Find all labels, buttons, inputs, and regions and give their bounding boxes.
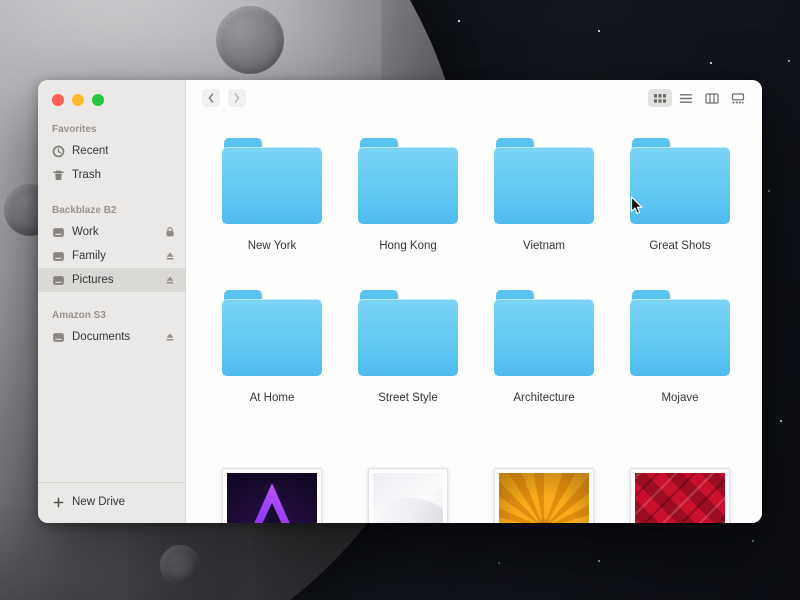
thumbnail-image	[499, 473, 589, 523]
sidebar-item-family[interactable]: Family	[38, 244, 185, 268]
lock-icon	[164, 226, 175, 238]
gallery-view-icon	[731, 93, 745, 104]
sidebar-item-label: Recent	[72, 145, 108, 157]
chevron-right-icon	[233, 92, 241, 104]
chevron-left-icon	[207, 92, 215, 104]
view-mode-control	[648, 89, 750, 107]
plus-icon	[52, 496, 65, 509]
folder-label: Vietnam	[476, 240, 612, 252]
sidebar-item-work[interactable]: Work	[38, 220, 185, 244]
folder-icon	[630, 290, 730, 376]
image-orange-flower[interactable]	[494, 468, 594, 523]
folder-vietnam[interactable]: Vietnam	[476, 138, 612, 252]
sidebar-section-backblaze: Backblaze B2	[38, 205, 185, 216]
folder-icon	[358, 290, 458, 376]
folder-mojave[interactable]: Mojave	[612, 290, 748, 404]
folder-icon	[222, 138, 322, 224]
trash-icon	[52, 169, 65, 182]
folder-great-shots[interactable]: Great Shots	[612, 138, 748, 252]
image-purple-neon-triangle[interactable]	[222, 468, 322, 523]
close-button[interactable]	[52, 94, 64, 106]
sidebar-item-label: Trash	[72, 169, 101, 181]
moon-crater	[160, 545, 200, 585]
view-columns-button[interactable]	[700, 89, 724, 107]
folder-label: Street Style	[340, 392, 476, 404]
image-white-abstract[interactable]	[368, 468, 448, 523]
sidebar-item-label: Work	[72, 226, 99, 238]
drive-icon	[52, 250, 65, 263]
drive-icon	[52, 226, 65, 239]
sidebar-item-documents[interactable]: Documents	[38, 325, 185, 349]
list-view-icon	[679, 93, 693, 104]
sidebar-section-amazon: Amazon S3	[38, 310, 185, 321]
new-drive-label: New Drive	[72, 496, 125, 508]
drive-icon	[52, 331, 65, 344]
folder-at-home[interactable]: At Home	[204, 290, 340, 404]
folder-icon	[222, 290, 322, 376]
view-grid-button[interactable]	[648, 89, 672, 107]
view-list-button[interactable]	[674, 89, 698, 107]
eject-icon[interactable]	[164, 250, 175, 262]
folder-street-style[interactable]: Street Style	[340, 290, 476, 404]
folder-hong-kong[interactable]: Hong Kong	[340, 138, 476, 252]
sidebar-divider	[38, 482, 185, 483]
thumbnail-image	[227, 473, 317, 523]
folder-icon	[494, 290, 594, 376]
folder-label: Great Shots	[612, 240, 748, 252]
back-button[interactable]	[202, 89, 220, 107]
eject-icon[interactable]	[164, 274, 175, 286]
folder-label: New York	[204, 240, 340, 252]
sidebar-section-favorites: Favorites	[38, 124, 185, 135]
new-drive-button[interactable]: New Drive	[38, 490, 185, 514]
thumbnail-image	[635, 473, 725, 523]
view-gallery-button[interactable]	[726, 89, 750, 107]
eject-icon[interactable]	[164, 331, 175, 343]
forward-button[interactable]	[228, 89, 246, 107]
folder-new-york[interactable]: New York	[204, 138, 340, 252]
image-red-cubes[interactable]	[630, 468, 730, 523]
folder-label: Architecture	[476, 392, 612, 404]
moon-crater	[216, 6, 284, 74]
thumbnail-image	[373, 473, 443, 523]
main-content: New York Hong Kong Vietnam Great Shots A…	[186, 80, 762, 523]
toolbar	[186, 80, 762, 116]
folder-icon	[358, 138, 458, 224]
stars	[458, 20, 460, 22]
folder-icon	[630, 138, 730, 224]
columns-view-icon	[705, 93, 719, 104]
sidebar-item-label: Documents	[72, 331, 130, 343]
sidebar-item-label: Pictures	[72, 274, 114, 286]
traffic-lights	[52, 94, 104, 106]
folder-architecture[interactable]: Architecture	[476, 290, 612, 404]
drive-icon	[52, 274, 65, 287]
sidebar-item-pictures[interactable]: Pictures	[38, 268, 185, 292]
sidebar-item-recent[interactable]: Recent	[38, 139, 185, 163]
folder-label: Mojave	[612, 392, 748, 404]
folder-icon	[494, 138, 594, 224]
clock-icon	[52, 145, 65, 158]
grid-view-icon	[653, 93, 667, 104]
zoom-button[interactable]	[92, 94, 104, 106]
sidebar: Favorites Recent Trash Backblaze B2 Work	[38, 80, 186, 523]
finder-window: Favorites Recent Trash Backblaze B2 Work	[38, 80, 762, 523]
folder-label: Hong Kong	[340, 240, 476, 252]
folder-label: At Home	[204, 392, 340, 404]
sidebar-item-label: Family	[72, 250, 106, 262]
sidebar-item-trash[interactable]: Trash	[38, 163, 185, 187]
minimize-button[interactable]	[72, 94, 84, 106]
